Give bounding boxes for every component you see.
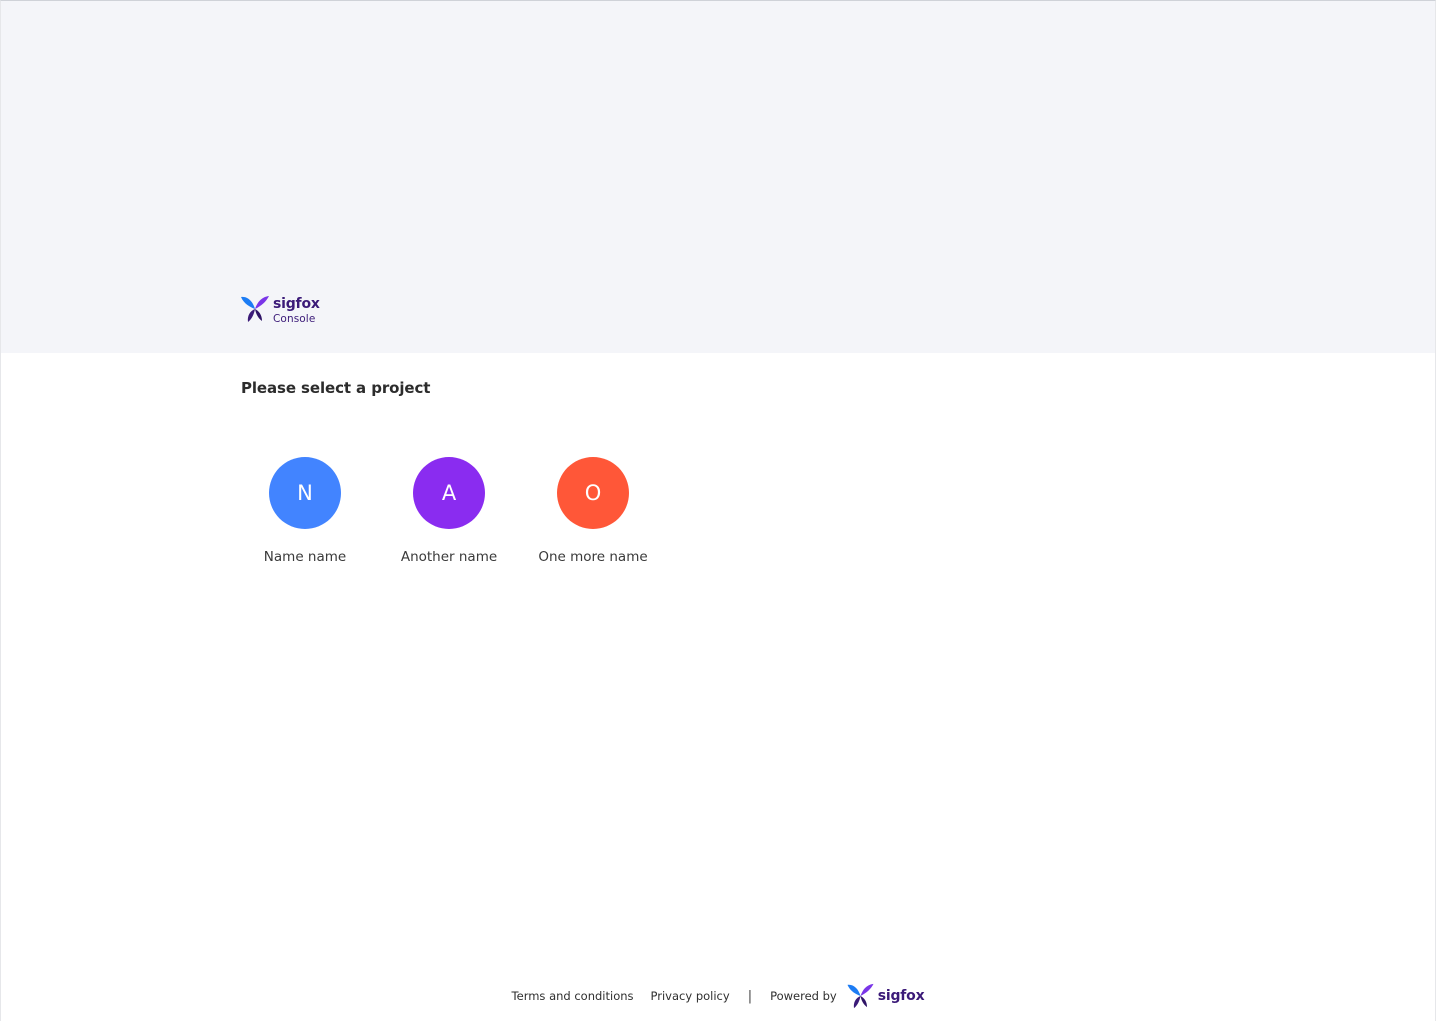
project-label[interactable]: One more name [538,549,647,565]
project-avatar-initial: N [297,481,313,505]
terms-link[interactable]: Terms and conditions [512,989,634,1003]
powered-by-text: Powered by [770,989,837,1003]
sigfox-console-logo: sigfox Console [240,295,320,325]
project-avatar-initial: O [584,481,602,505]
project-selection-page: sigfox Console Please select a project N… [0,0,1436,1021]
footer: Terms and conditions Privacy policy | Po… [1,983,1435,1009]
project-item[interactable]: N Name name [225,457,385,565]
project-avatar[interactable]: N [269,457,341,529]
header-band: sigfox Console [1,1,1435,353]
footer-links: Terms and conditions Privacy policy | Po… [512,983,925,1009]
project-item[interactable]: A Another name [369,457,529,565]
project-list: N Name name A Another name O One more na… [241,457,673,565]
footer-sigfox-logo[interactable]: sigfox [846,983,925,1009]
brand-subtitle: Console [273,313,316,325]
project-label[interactable]: Name name [264,549,346,565]
footer-brand-name: sigfox [877,988,925,1004]
brand-name: sigfox [273,296,320,312]
project-avatar[interactable]: A [413,457,485,529]
sigfox-butterfly-icon [847,983,874,1009]
brand-text: sigfox Console [273,295,320,325]
project-item[interactable]: O One more name [513,457,673,565]
privacy-link[interactable]: Privacy policy [651,989,730,1003]
page-title: Please select a project [241,379,431,397]
project-avatar-initial: A [441,481,457,505]
project-label[interactable]: Another name [401,549,497,565]
footer-separator: | [747,988,753,1004]
project-avatar[interactable]: O [557,457,629,529]
sigfox-butterfly-icon [241,296,269,322]
